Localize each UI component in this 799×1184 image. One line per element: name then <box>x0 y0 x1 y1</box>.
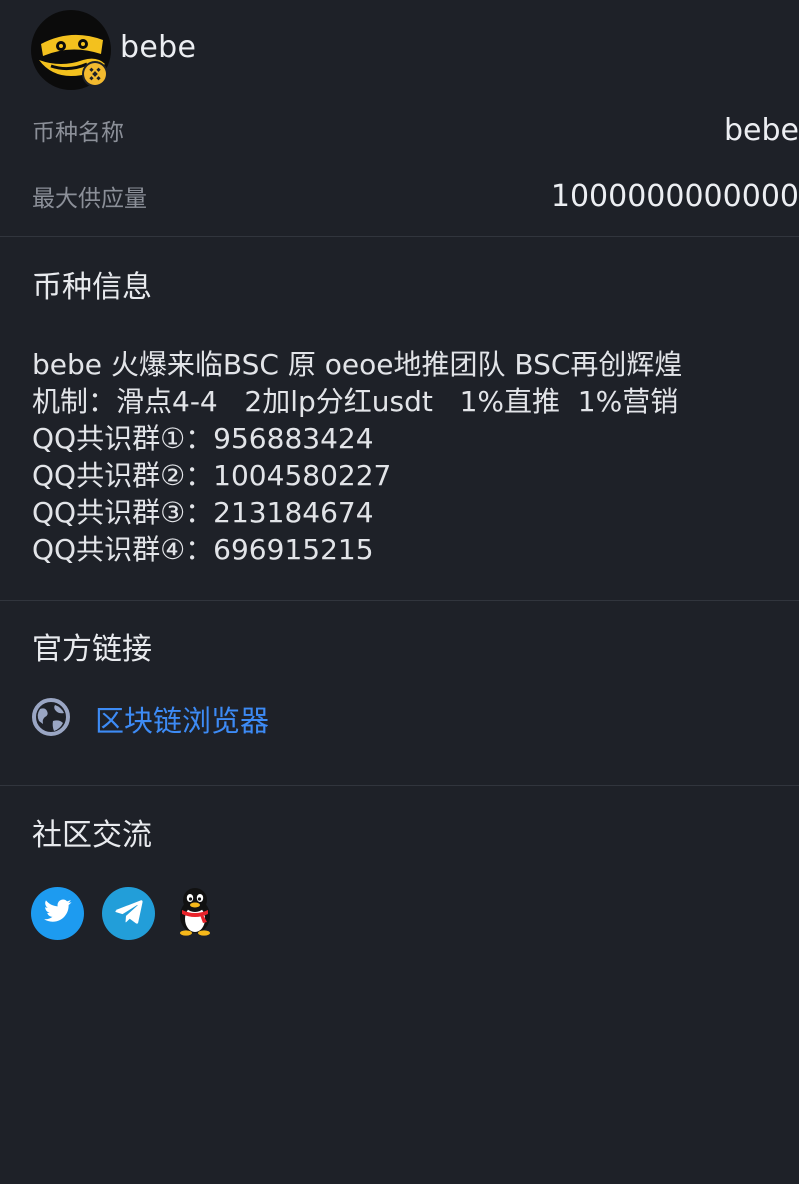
telegram-button[interactable] <box>102 886 155 940</box>
block-explorer-link-label[interactable]: 区块链浏览器 <box>95 698 269 740</box>
telegram-icon <box>114 898 144 928</box>
token-detail-page: bebe 币种名称 bebe 最大供应量 1000000000000 币种信息 … <box>0 0 799 1184</box>
description-line: QQ共识群④：696915215 <box>32 533 374 566</box>
section-title-token-info: 币种信息 <box>32 270 152 305</box>
block-explorer-link[interactable]: 区块链浏览器 <box>31 698 269 740</box>
section-title-community: 社区交流 <box>32 818 152 853</box>
description-line: QQ共识群②：1004580227 <box>32 459 392 492</box>
community-links <box>31 886 235 940</box>
description-line: 机制：滑点4-4 2加lp分红usdt 1%直推 1%营销 <box>32 385 679 418</box>
twitter-icon <box>43 899 72 927</box>
token-name: bebe <box>120 29 197 65</box>
divider <box>0 600 799 601</box>
section-title-official-links: 官方链接 <box>32 632 152 667</box>
info-value: 1000000000000 <box>550 178 799 214</box>
bebe-token-avatar-icon <box>31 10 111 90</box>
qq-penguin-icon <box>174 886 216 940</box>
info-label: 币种名称 <box>32 120 124 146</box>
info-row-max-supply: 最大供应量 1000000000000 <box>32 176 799 216</box>
globe-icon <box>31 697 71 741</box>
divider <box>0 785 799 786</box>
description-line: bebe 火爆来临BSC 原 oeoe地推团队 BSC再创辉煌 <box>32 348 683 381</box>
token-description: bebe 火爆来临BSC 原 oeoe地推团队 BSC再创辉煌 机制：滑点4-4… <box>32 346 792 568</box>
info-row-token-name: 币种名称 bebe <box>32 110 799 150</box>
description-line: QQ共识群③：213184674 <box>32 496 374 529</box>
twitter-button[interactable] <box>31 886 84 940</box>
token-header: bebe <box>31 10 196 90</box>
info-label: 最大供应量 <box>32 186 147 212</box>
qq-button[interactable] <box>173 887 217 940</box>
description-line: QQ共识群①：956883424 <box>32 422 374 455</box>
divider <box>0 236 799 237</box>
info-value: bebe <box>724 112 799 148</box>
